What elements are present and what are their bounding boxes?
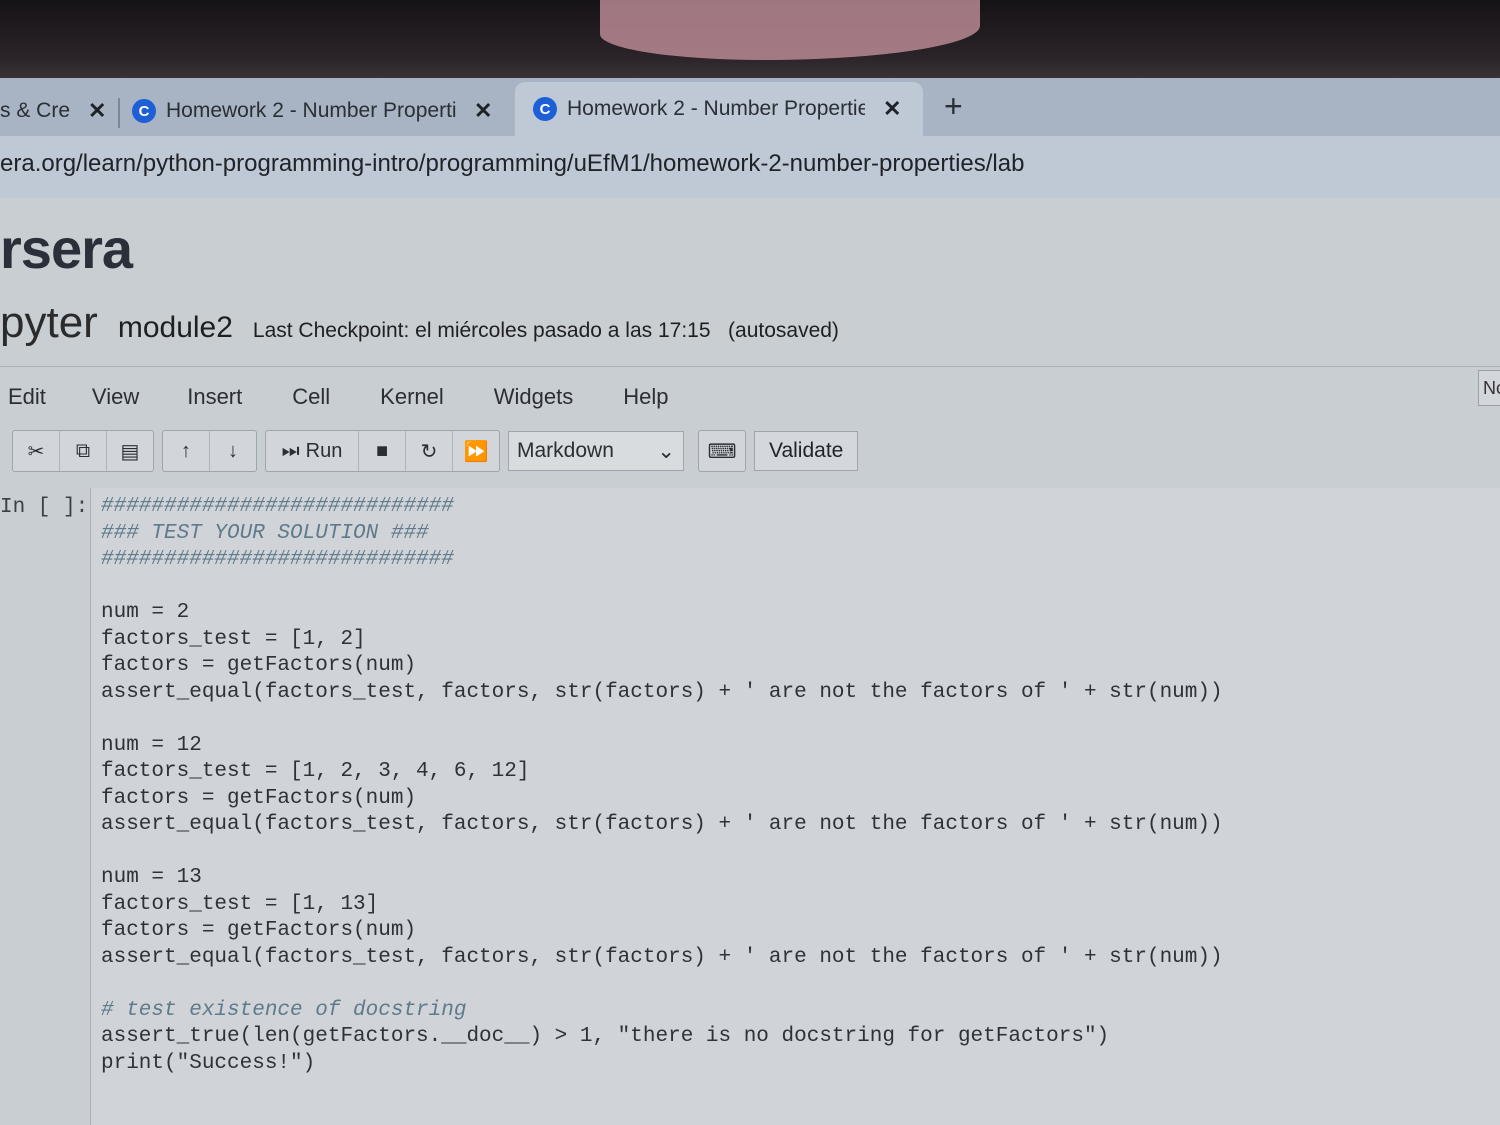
tab-divider (118, 98, 120, 128)
code-line: factors = getFactors(num) (101, 786, 417, 810)
code-line: num = 2 (101, 601, 190, 624)
code-line: factors_test = [1, 13] (101, 892, 379, 916)
code-line: factors_test = [1, 2] (101, 627, 366, 651)
jupyter-logo[interactable]: pyter (0, 298, 98, 348)
header-divider (0, 366, 1500, 367)
tab-title: Homework 2 - Number Propertie (567, 97, 865, 120)
close-icon[interactable]: ✕ (88, 98, 106, 124)
monitor-bezel (0, 0, 1500, 80)
close-icon[interactable]: ✕ (474, 98, 492, 124)
menu-kernel[interactable]: Kernel (380, 384, 444, 420)
menu-bar: Edit View Insert Cell Kernel Widgets Hel… (0, 384, 668, 420)
code-line: ############################ (101, 548, 454, 571)
checkpoint-text: Last Checkpoint: el miércoles pasado a l… (252, 319, 711, 342)
run-button[interactable]: ⏭ Run (266, 431, 359, 471)
step-forward-icon: ⏭ (281, 439, 300, 462)
trusted-indicator[interactable]: Nc (1478, 370, 1500, 406)
copy-icon[interactable]: ⧉ (60, 431, 107, 471)
coursera-icon: C (132, 99, 156, 123)
code-line: factors = getFactors(num) (101, 654, 417, 677)
run-button-group: ⏭ Run ■ ↻ ⏩ (265, 430, 500, 472)
validate-button[interactable]: Validate (754, 431, 859, 471)
cell-type-select[interactable]: Markdown ⌄ (508, 431, 684, 471)
code-line: num = 12 (101, 733, 202, 757)
tab-title: s & Crec (0, 99, 70, 122)
move-button-group: ↑ ↓ (162, 430, 257, 472)
paste-icon[interactable]: ▤ (107, 431, 153, 471)
tab-homework-2-active[interactable]: C Homework 2 - Number Propertie ✕ (515, 82, 923, 136)
tab-title: Homework 2 - Number Propertie (166, 99, 456, 122)
tab-partial[interactable]: s & Crec ✕ (0, 86, 110, 136)
code-line: factors_test = [1, 2, 3, 4, 6, 12] (101, 760, 530, 783)
code-editor[interactable]: ############################ ### TEST YO… (90, 488, 1500, 1125)
code-line: num = 13 (101, 866, 202, 889)
code-line: assert_equal(factors_test, factors, str(… (101, 945, 1223, 969)
menu-cell[interactable]: Cell (292, 384, 330, 420)
address-bar[interactable]: era.org/learn/python-programming-intro/p… (0, 136, 1500, 198)
notebook-header: pyter module2 Last Checkpoint: el miérco… (0, 298, 839, 348)
code-cell[interactable]: In [ ]: ############################ ###… (0, 488, 1500, 1125)
stop-icon[interactable]: ■ (359, 431, 406, 471)
keyboard-button-group: ⌨ (698, 430, 746, 472)
arrow-up-icon[interactable]: ↑ (163, 431, 210, 471)
notebook-toolbar: ✂ ⧉ ▤ ↑ ↓ ⏭ Run ■ ↻ ⏩ Markdown ⌄ ⌨ Valid… (12, 430, 859, 472)
cell-prompt: In [ ]: (0, 496, 89, 519)
url-text[interactable]: era.org/learn/python-programming-intro/p… (0, 150, 1024, 178)
code-text[interactable]: ############################ ### TEST YO… (101, 494, 1223, 1077)
code-line: factors = getFactors(num) (101, 919, 417, 942)
code-line: assert_equal(factors_test, factors, str(… (101, 813, 1223, 836)
code-line: print("Success!") (101, 1051, 316, 1075)
menu-insert[interactable]: Insert (187, 384, 242, 420)
code-line: ############################ (101, 495, 454, 518)
code-line: assert_true(len(getFactors.__doc__) > 1,… (101, 1025, 1110, 1048)
menu-view[interactable]: View (92, 384, 139, 420)
checkpoint-status: Last Checkpoint: el miércoles pasado a l… (253, 319, 839, 343)
fast-forward-icon[interactable]: ⏩ (453, 431, 499, 471)
page: rsera pyter module2 Last Checkpoint: el … (0, 198, 1500, 1125)
cut-icon[interactable]: ✂ (13, 431, 60, 471)
keyboard-icon[interactable]: ⌨ (699, 431, 745, 471)
new-tab-button[interactable]: + (944, 86, 963, 126)
browser-window: s & Crec ✕ C Homework 2 - Number Propert… (0, 78, 1500, 1125)
cell-type-value: Markdown (517, 439, 614, 462)
chevron-down-icon: ⌄ (657, 439, 675, 463)
menu-widgets[interactable]: Widgets (494, 384, 573, 420)
autosaved-text: (autosaved) (728, 319, 839, 342)
restart-icon[interactable]: ↻ (406, 431, 453, 471)
tab-strip: s & Crec ✕ C Homework 2 - Number Propert… (0, 78, 1500, 136)
menu-help[interactable]: Help (623, 384, 668, 420)
arrow-down-icon[interactable]: ↓ (210, 431, 256, 471)
code-line: ### TEST YOUR SOLUTION ### (101, 521, 429, 545)
close-icon[interactable]: ✕ (883, 96, 901, 122)
code-line: # test existence of docstring (101, 998, 467, 1022)
coursera-logo[interactable]: rsera (0, 216, 133, 281)
run-label: Run (305, 439, 343, 462)
glare (600, 0, 980, 60)
edit-button-group: ✂ ⧉ ▤ (12, 430, 154, 472)
notebook-name[interactable]: module2 (118, 311, 233, 345)
tab-homework-2[interactable]: C Homework 2 - Number Propertie ✕ (132, 86, 502, 136)
coursera-icon: C (533, 97, 557, 121)
code-line: assert_equal(factors_test, factors, str(… (101, 680, 1223, 704)
menu-edit[interactable]: Edit (8, 384, 46, 420)
